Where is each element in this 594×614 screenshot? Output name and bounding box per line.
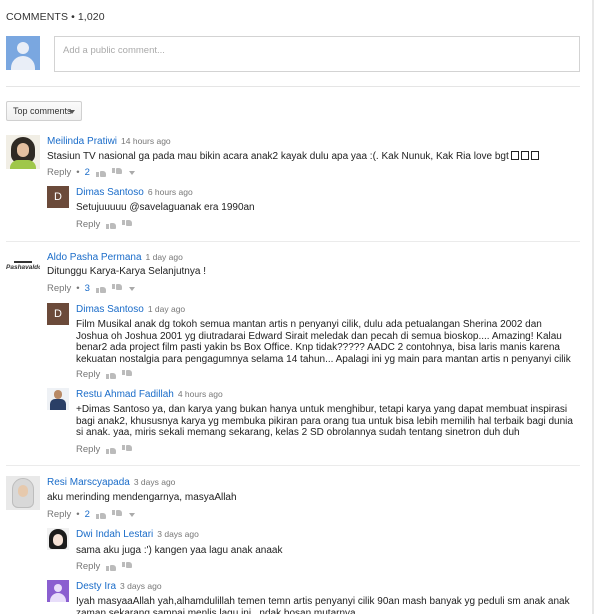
separator-dot: • xyxy=(76,509,80,520)
thumb-up-icon[interactable] xyxy=(95,168,106,177)
avatar[interactable]: D xyxy=(47,303,69,325)
chevron-down-icon xyxy=(69,110,75,114)
thumb-down-icon[interactable] xyxy=(122,445,133,454)
reply-button[interactable]: Reply xyxy=(76,369,100,380)
comment-text: Stasiun TV nasional ga pada mau bikin ac… xyxy=(47,151,572,163)
comment-actions: Reply • 3 xyxy=(47,283,135,294)
avatar[interactable]: D xyxy=(47,186,69,208)
comment-text: sama aku juga :') kangen yaa lagu anak a… xyxy=(76,545,283,556)
comment-actions: Reply xyxy=(76,219,138,230)
chevron-down-icon[interactable] xyxy=(128,286,135,291)
emoji-glyph xyxy=(520,151,529,160)
comment-actions: Reply • 2 xyxy=(47,509,135,520)
comment-author[interactable]: Dimas Santoso 1 day ago xyxy=(76,304,185,315)
comment-time[interactable]: 14 hours ago xyxy=(121,136,171,146)
reply-button[interactable]: Reply xyxy=(47,167,71,178)
emoji-glyph xyxy=(510,151,519,160)
like-count: 2 xyxy=(84,167,90,178)
reply-button[interactable]: Reply xyxy=(76,561,100,572)
thumb-up-icon[interactable] xyxy=(106,445,117,454)
reply-button[interactable]: Reply xyxy=(47,509,71,520)
header-divider xyxy=(6,86,580,87)
comment-actions: Reply xyxy=(76,444,138,455)
thumb-up-icon[interactable] xyxy=(95,510,106,519)
comment-time[interactable]: 6 hours ago xyxy=(148,187,193,197)
comment-author[interactable]: Dimas Santoso 6 hours ago xyxy=(76,187,193,198)
chevron-down-icon[interactable] xyxy=(128,512,135,517)
comment-text: Iyah masyaaAllah yah,alhamdulillah temen… xyxy=(76,596,570,614)
comment-author[interactable]: Restu Ahmad Fadillah 4 hours ago xyxy=(76,389,223,400)
reply-button[interactable]: Reply xyxy=(76,444,100,455)
thumb-down-icon[interactable] xyxy=(111,168,122,177)
comment-time[interactable]: 1 day ago xyxy=(148,304,185,314)
chevron-down-icon[interactable] xyxy=(128,170,135,175)
comment-author[interactable]: Aldo Pasha Permana 1 day ago xyxy=(47,252,183,263)
comment-author[interactable]: Resi Marscyapada 3 days ago xyxy=(47,477,175,488)
thumb-down-icon[interactable] xyxy=(111,510,122,519)
thumb-up-icon[interactable] xyxy=(106,220,117,229)
thumb-up-icon[interactable] xyxy=(95,284,106,293)
comment-time[interactable]: 3 days ago xyxy=(120,581,162,591)
reply-button[interactable]: Reply xyxy=(76,219,100,230)
avatar[interactable] xyxy=(47,528,69,550)
comment-text: Setujuuuuu @savelaguanak era 1990an xyxy=(76,202,255,213)
thumb-down-icon[interactable] xyxy=(122,370,133,379)
comment-time[interactable]: 4 hours ago xyxy=(178,389,223,399)
comment-input[interactable]: Add a public comment... xyxy=(54,36,580,72)
emoji-glyph xyxy=(530,151,539,160)
avatar[interactable] xyxy=(6,135,40,169)
comment-text: Film Musikal anak dg tokoh semua mantan … xyxy=(76,319,571,365)
thumb-down-icon[interactable] xyxy=(111,284,122,293)
avatar[interactable] xyxy=(47,388,69,410)
comments-count-header: COMMENTS • 1,020 xyxy=(6,11,105,23)
comment-author[interactable]: Meilinda Pratiwi 14 hours ago xyxy=(47,136,171,147)
comment-actions: Reply xyxy=(76,369,138,380)
avatar[interactable] xyxy=(6,476,40,510)
comment-text: aku merinding mendengarnya, masyaAllah xyxy=(47,492,237,503)
comment-time[interactable]: 3 days ago xyxy=(157,529,199,539)
comment-time[interactable]: 3 days ago xyxy=(134,477,176,487)
avatar[interactable] xyxy=(47,580,69,602)
like-count: 3 xyxy=(84,283,90,294)
comment-author[interactable]: Dwi Indah Lestari 3 days ago xyxy=(76,529,199,540)
comment-actions: Reply xyxy=(76,561,138,572)
comment-text: +Dimas Santoso ya, dan karya yang bukan … xyxy=(76,404,573,438)
thumb-down-icon[interactable] xyxy=(122,220,133,229)
comment-text: Ditunggu Karya-Karya Selanjutnya ! xyxy=(47,266,206,277)
avatar[interactable]: Pashavaldo xyxy=(6,252,40,286)
comment-time[interactable]: 1 day ago xyxy=(146,252,183,262)
current-user-avatar xyxy=(6,36,40,70)
thread-divider xyxy=(6,465,580,466)
reply-button[interactable]: Reply xyxy=(47,283,71,294)
thumb-down-icon[interactable] xyxy=(122,562,133,571)
separator-dot: • xyxy=(76,283,80,294)
thumb-up-icon[interactable] xyxy=(106,562,117,571)
thumb-up-icon[interactable] xyxy=(106,370,117,379)
comment-author[interactable]: Desty Ira 3 days ago xyxy=(76,581,162,592)
comment-actions: Reply • 2 xyxy=(47,167,135,178)
sort-dropdown[interactable]: Top comments xyxy=(6,101,82,121)
thread-divider xyxy=(6,241,580,242)
separator-dot: • xyxy=(76,167,80,178)
sort-dropdown-label: Top comments xyxy=(13,106,72,116)
like-count: 2 xyxy=(84,509,90,520)
